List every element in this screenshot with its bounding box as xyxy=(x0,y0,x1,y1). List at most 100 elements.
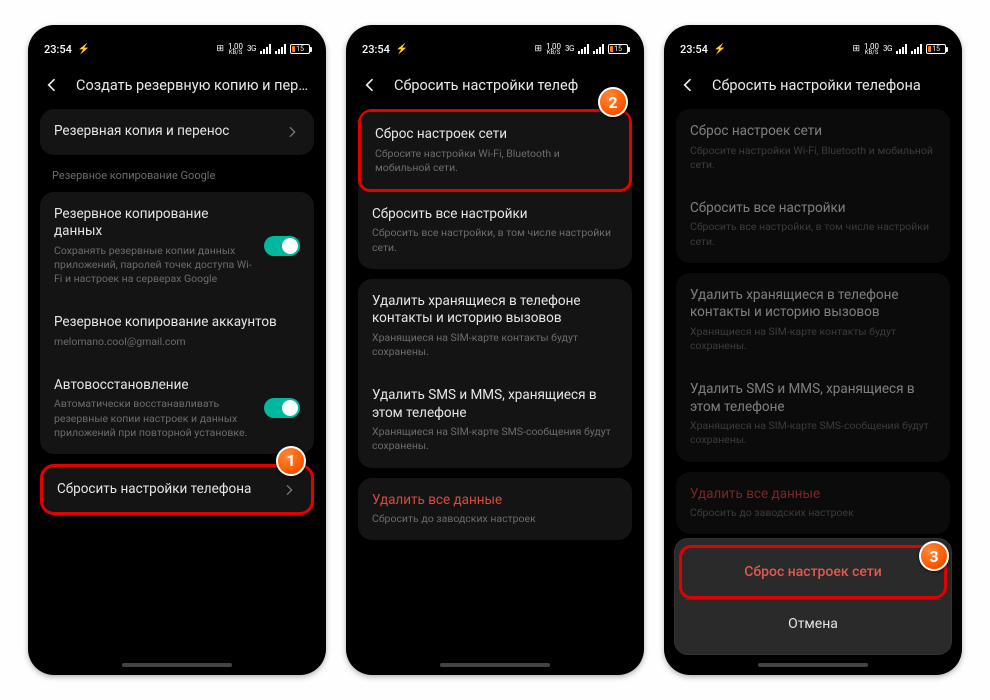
item-label: Удалить SMS и MMS, хранящиеся в этом тел… xyxy=(372,387,618,422)
item-delete-contacts[interactable]: Удалить хранящиеся в телефоне контакты и… xyxy=(358,279,632,373)
item-delete-contacts: Удалить хранящиеся в телефоне контакты и… xyxy=(676,273,950,367)
callout-badge-2: 2 xyxy=(598,87,628,117)
item-reset-network[interactable]: Сброс настроек сети Сбросите настройки W… xyxy=(361,112,629,189)
sheet-confirm-reset-network[interactable]: Сброс настроек сети xyxy=(682,548,944,596)
group-erase-all: Удалить все данные Сбросить до заводских… xyxy=(676,472,950,535)
hd-icon: ⊞ xyxy=(852,44,860,54)
item-subtitle: Хранящиеся на SIM-карте контакты будут с… xyxy=(690,325,936,353)
item-label: Резервное копирование аккаунтов xyxy=(54,314,300,332)
item-subtitle: melomano.cool@gmail.com xyxy=(54,335,300,349)
app-bar: Создать резервную копию и перезаг.. xyxy=(38,61,316,107)
group-google-backup: Резервное копирование данных Сохранять р… xyxy=(40,192,314,454)
item-label: Сбросить настройки телефона xyxy=(57,481,271,499)
item-erase-all-data: Удалить все данные Сбросить до заводских… xyxy=(676,472,950,535)
item-subtitle: Сохранять резервные копии данных приложе… xyxy=(54,244,254,287)
status-time: 23:54 xyxy=(44,43,72,56)
app-bar: Сбросить настройки телеф 2 xyxy=(356,61,634,107)
hd-icon: ⊞ xyxy=(534,44,542,54)
battery-icon: 15 xyxy=(290,44,310,54)
status-bar: 23:54 ⚡ ⊞ 1,00KB/S 3G 15 xyxy=(356,37,634,61)
screenshot-3: 23:54 ⚡ ⊞ 1,00KB/S 3G 15 Сбросить настро… xyxy=(664,25,962,675)
status-time: 23:54 xyxy=(362,43,390,56)
item-subtitle: Сбросите настройки Wi-Fi, Bluetooth и мо… xyxy=(375,147,615,175)
item-label: Резервное копирование данных xyxy=(54,206,254,241)
status-time: 23:54 xyxy=(680,43,708,56)
item-label: Удалить все данные xyxy=(372,492,618,510)
chevron-right-icon xyxy=(281,482,297,498)
action-sheet: 3 Сброс настроек сети Отмена xyxy=(674,538,952,655)
item-reset-all-settings[interactable]: Сбросить все настройки Сбросить все наст… xyxy=(358,192,632,269)
net-speed: 1,00KB/S xyxy=(864,43,879,56)
group-erase-data: Удалить хранящиеся в телефоне контакты и… xyxy=(676,273,950,462)
sheet-cancel[interactable]: Отмена xyxy=(675,600,951,648)
item-reset-all-settings: Сбросить все настройки Сбросить все наст… xyxy=(676,186,950,263)
net-type: 3G xyxy=(565,44,574,53)
item-delete-sms[interactable]: Удалить SMS и MMS, хранящиеся в этом тел… xyxy=(358,373,632,467)
item-backup-transfer[interactable]: Резервная копия и перенос xyxy=(40,109,314,155)
item-label: Удалить все данные xyxy=(690,486,936,504)
item-subtitle: Автоматически восстанавливать резервные … xyxy=(54,397,254,440)
item-label: Сбросить все настройки xyxy=(690,200,936,218)
battery-icon: 15 xyxy=(608,44,628,54)
back-icon[interactable] xyxy=(42,75,62,95)
item-label: Удалить хранящиеся в телефоне контакты и… xyxy=(690,287,936,322)
status-bar: 23:54 ⚡ ⊞ 1,00KB/S 3G 15 xyxy=(674,37,952,61)
item-backup-accounts[interactable]: Резервное копирование аккаунтов melomano… xyxy=(40,300,314,363)
net-speed: 1,00KB/S xyxy=(546,43,561,56)
flash-icon: ⚡ xyxy=(714,44,726,55)
item-backup-data[interactable]: Резервное копирование данных Сохранять р… xyxy=(40,192,314,301)
hd-icon: ⊞ xyxy=(216,44,224,54)
group-erase-all: Удалить все данные Сбросить до заводских… xyxy=(358,478,632,541)
item-label: Сброс настроек сети xyxy=(690,123,936,141)
home-indicator[interactable] xyxy=(758,663,868,667)
callout-badge-3: 3 xyxy=(919,541,949,571)
screenshot-2: 23:54 ⚡ ⊞ 1,00KB/S 3G 15 Сбросить настро… xyxy=(346,25,644,675)
signal-icon-2 xyxy=(593,44,604,54)
item-label: Удалить хранящиеся в телефоне контакты и… xyxy=(372,293,618,328)
group-reset-phone: Сбросить настройки телефона xyxy=(40,464,314,516)
item-subtitle: Сбросить до заводских настроек xyxy=(372,512,618,526)
status-bar: 23:54 ⚡ ⊞ 1,00KB/S 3G 15 xyxy=(38,37,316,61)
item-subtitle: Хранящиеся на SIM-карте контакты будут с… xyxy=(372,331,618,359)
page-title: Сбросить настройки телеф xyxy=(394,77,578,94)
group-erase-data: Удалить хранящиеся в телефоне контакты и… xyxy=(358,279,632,468)
item-label: Удалить SMS и MMS, хранящиеся в этом тел… xyxy=(690,381,936,416)
toggle-auto-restore[interactable] xyxy=(264,398,300,418)
item-delete-sms: Удалить SMS и MMS, хранящиеся в этом тел… xyxy=(676,367,950,461)
item-label: Автовосстановление xyxy=(54,377,254,395)
item-label: Сбросить все настройки xyxy=(372,206,618,224)
chevron-right-icon xyxy=(284,124,300,140)
signal-icon xyxy=(896,44,907,54)
home-indicator[interactable] xyxy=(440,663,550,667)
net-type: 3G xyxy=(883,44,892,53)
callout-badge-1: 1 xyxy=(276,446,306,476)
item-subtitle: Сбросить все настройки, в том числе наст… xyxy=(372,226,618,254)
page-title: Сбросить настройки телефона xyxy=(712,77,921,94)
item-auto-restore[interactable]: Автовосстановление Автоматически восстан… xyxy=(40,363,314,454)
item-reset-phone-settings[interactable]: Сбросить настройки телефона xyxy=(43,467,311,513)
battery-icon: 15 xyxy=(926,44,946,54)
item-subtitle: Сбросите настройки Wi-Fi, Bluetooth и мо… xyxy=(690,144,936,172)
group-reset-settings: Сброс настроек сети Сбросите настройки W… xyxy=(358,109,632,269)
item-subtitle: Хранящиеся на SIM-карте SMS-сообщения бу… xyxy=(690,419,936,447)
item-label: Резервная копия и перенос xyxy=(54,123,274,141)
home-indicator[interactable] xyxy=(122,663,232,667)
group-reset-settings: Сброс настроек сети Сбросите настройки W… xyxy=(676,109,950,263)
item-subtitle: Хранящиеся на SIM-карте SMS-сообщения бу… xyxy=(372,425,618,453)
section-label-google: Резервное копирование Google xyxy=(40,165,314,192)
item-erase-all-data[interactable]: Удалить все данные Сбросить до заводских… xyxy=(358,478,632,541)
screenshot-1: 23:54 ⚡ ⊞ 1,00KB/S 3G 15 Создать резервн… xyxy=(28,25,326,675)
flash-icon: ⚡ xyxy=(396,44,408,55)
flash-icon: ⚡ xyxy=(78,44,90,55)
signal-icon-2 xyxy=(275,44,286,54)
item-reset-network: Сброс настроек сети Сбросите настройки W… xyxy=(676,109,950,186)
net-type: 3G xyxy=(247,44,256,53)
back-icon[interactable] xyxy=(678,75,698,95)
group-backup-transfer: Резервная копия и перенос xyxy=(40,109,314,155)
back-icon[interactable] xyxy=(360,75,380,95)
toggle-backup-data[interactable] xyxy=(264,236,300,256)
signal-icon xyxy=(578,44,589,54)
item-subtitle: Сбросить до заводских настроек xyxy=(690,506,936,520)
signal-icon-2 xyxy=(911,44,922,54)
net-speed: 1,00KB/S xyxy=(228,43,243,56)
